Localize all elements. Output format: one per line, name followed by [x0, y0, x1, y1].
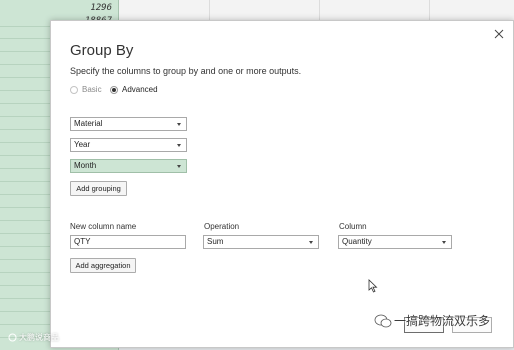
column-header: Column [339, 222, 367, 231]
grouping-select-material[interactable]: Material [70, 117, 187, 131]
mouse-cursor-icon [368, 279, 378, 293]
column-select[interactable]: Quantity [338, 235, 452, 249]
wechat-icon [374, 314, 392, 327]
grouping-select-value: Month [74, 161, 97, 170]
radio-advanced[interactable]: Advanced [110, 85, 158, 94]
watermark-right-text: 一搞跨物流双乐多 [394, 314, 491, 328]
operation-select-value: Sum [207, 237, 224, 246]
chevron-down-icon [177, 165, 181, 168]
watermark-left: 大鹏说商品 [8, 332, 59, 343]
cell-value: 1296 [90, 3, 112, 13]
column-select-value: Quantity [342, 237, 372, 246]
watermark-right: 一搞跨物流双乐多 [374, 312, 490, 329]
chevron-down-icon [177, 144, 181, 147]
chevron-down-icon [309, 241, 313, 244]
radio-basic-label: Basic [82, 85, 102, 94]
dialog-title: Group By [70, 42, 134, 59]
grouping-select-year[interactable]: Year [70, 138, 187, 152]
chevron-down-icon [442, 241, 446, 244]
radio-basic[interactable]: Basic [70, 85, 102, 94]
operation-select[interactable]: Sum [203, 235, 319, 249]
new-column-name-input[interactable]: QTY [70, 235, 186, 249]
close-icon [494, 29, 504, 39]
grouping-select-month[interactable]: Month [70, 159, 187, 173]
group-by-dialog: Group By Specify the columns to group by… [50, 20, 514, 348]
chevron-down-icon [177, 123, 181, 126]
close-button[interactable] [493, 27, 505, 39]
logo-icon [8, 333, 17, 342]
watermark-left-text: 大鹏说商品 [19, 333, 59, 342]
grouping-select-value: Material [74, 119, 103, 128]
dialog-subtitle: Specify the columns to group by and one … [70, 66, 302, 76]
radio-basic-indicator[interactable] [70, 85, 78, 94]
radio-advanced-label: Advanced [122, 85, 158, 94]
operation-header: Operation [204, 222, 240, 231]
radio-advanced-indicator[interactable] [110, 85, 118, 94]
add-grouping-button[interactable]: Add grouping [70, 181, 127, 196]
new-column-name-header: New column name [70, 222, 137, 231]
add-aggregation-button[interactable]: Add aggregation [70, 258, 136, 273]
grouping-select-value: Year [74, 140, 91, 149]
